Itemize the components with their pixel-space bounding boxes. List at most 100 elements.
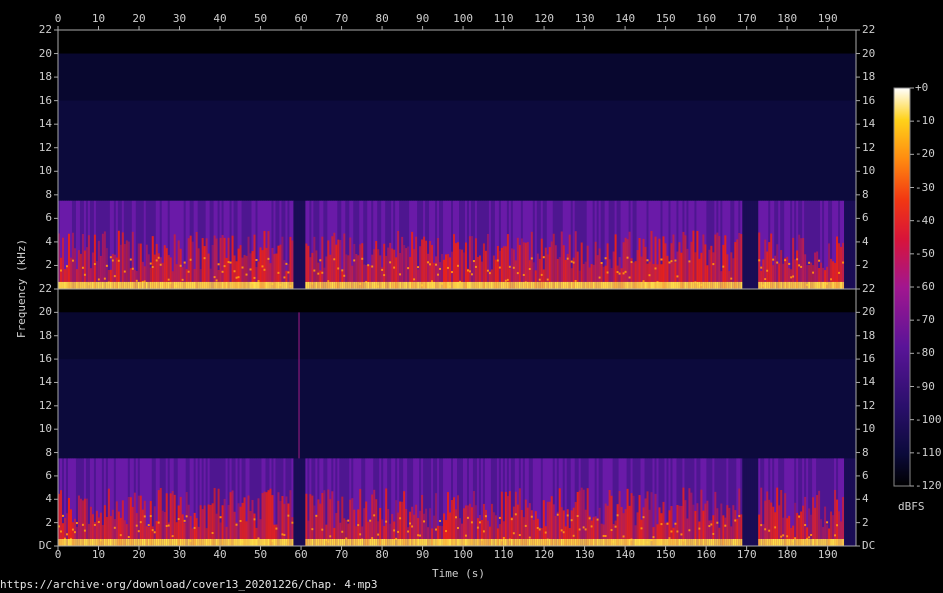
- x-tick-label: 120: [534, 548, 555, 561]
- x-tick-label-top: 160: [696, 12, 717, 25]
- y-tick-label: 22: [38, 282, 52, 295]
- x-tick-label-top: 20: [132, 12, 146, 25]
- colorbar-tick-label: -50: [915, 246, 935, 260]
- x-tick-label-top: 110: [493, 12, 514, 25]
- y-tick-label: 18: [38, 70, 52, 84]
- y-tick-label: 14: [862, 375, 876, 389]
- x-axis-label: Time (s): [432, 567, 485, 580]
- colorbar-tick-label: -90: [915, 379, 935, 393]
- x-tick-label: 100: [453, 548, 474, 561]
- x-tick-label: 0: [54, 548, 62, 561]
- x-tick-label: 70: [334, 548, 349, 561]
- x-tick-label-top: 90: [415, 12, 430, 25]
- y-tick-label: 4: [45, 492, 52, 506]
- y-tick-label: 14: [38, 375, 52, 389]
- x-tick-label-top: 140: [615, 12, 636, 25]
- colorbar-tick-label: -10: [915, 114, 935, 128]
- colorbar-tick-label: -40: [915, 213, 935, 227]
- x-tick-label-top: 170: [736, 12, 757, 25]
- spectrogram-plot: [54, 26, 914, 550]
- spectrogram-channel-2: [58, 289, 857, 546]
- x-tick-label: 190: [817, 548, 838, 561]
- y-tick-label: 2: [45, 258, 52, 272]
- x-tick-label: 110: [493, 548, 514, 561]
- x-tick-label: 90: [415, 548, 430, 561]
- x-tick-label: 30: [172, 548, 187, 561]
- x-tick-label: 130: [574, 548, 595, 561]
- x-tick-label-top: 190: [817, 12, 838, 25]
- x-tick-label: 50: [253, 548, 268, 561]
- colorbar-tick-label: -110: [915, 445, 942, 459]
- channel-2-high-band: [58, 312, 856, 360]
- y-tick-label: 2: [45, 515, 52, 529]
- x-tick-label: 150: [655, 548, 676, 561]
- colorbar-unit-label: dBFS: [898, 500, 925, 513]
- y-tick-label: 10: [862, 164, 876, 178]
- x-tick-label-top: 50: [253, 12, 268, 25]
- y-tick-label: 12: [38, 140, 52, 154]
- y-tick-label: 20: [38, 46, 52, 60]
- y-tick-label: 4: [45, 234, 52, 248]
- y-tick-label: 16: [862, 93, 876, 107]
- y-tick-label: 12: [862, 140, 876, 154]
- channel-1-band-limit: [58, 30, 856, 54]
- y-tick-label: 6: [45, 211, 52, 225]
- y-tick-label: 4: [862, 492, 869, 506]
- y-tick-label: 8: [862, 445, 869, 459]
- channel-1-high-band: [58, 53, 856, 101]
- x-tick-label-top: 60: [294, 12, 308, 25]
- colorbar-tick-label: +0: [915, 81, 929, 94]
- x-tick-label-top: 80: [375, 12, 389, 25]
- channel-2-band-limit: [58, 289, 856, 313]
- y-tick-label: 12: [862, 398, 876, 412]
- colorbar: [893, 87, 911, 487]
- y-tick-label: 2: [862, 258, 869, 272]
- x-tick-label-top: 180: [777, 12, 798, 25]
- y-tick-label: 20: [38, 305, 52, 319]
- y-tick-label: 10: [38, 422, 52, 436]
- x-tick-label: 170: [736, 548, 757, 561]
- y-tick-label: 14: [38, 117, 52, 131]
- y-axis-label: Frequency (kHz): [15, 238, 29, 339]
- y-tick-label: 22: [862, 282, 876, 295]
- y-tick-label: 4: [862, 234, 869, 248]
- y-tick-label: 12: [38, 398, 52, 412]
- colorbar-tick-label: -80: [915, 346, 935, 360]
- x-tick-label: 60: [294, 548, 308, 561]
- x-tick-label-top: 100: [453, 12, 474, 25]
- y-tick-label: DC: [38, 539, 52, 552]
- y-tick-label: 10: [38, 164, 52, 178]
- y-tick-label: 18: [862, 70, 876, 84]
- x-tick-label-top: 30: [172, 12, 187, 25]
- source-url: https://archive·org/download/cover13_202…: [0, 578, 378, 591]
- x-tick-label: 140: [615, 548, 636, 561]
- y-tick-label: 22: [862, 23, 876, 36]
- y-tick-label: 16: [38, 352, 52, 366]
- y-tick-label: 6: [862, 468, 869, 482]
- x-tick-label: 180: [777, 548, 798, 561]
- spectrogram-channel-1: [58, 30, 857, 289]
- x-tick-label: 40: [213, 548, 227, 561]
- y-tick-label: 8: [45, 187, 52, 201]
- colorbar-tick-label: -100: [915, 412, 942, 426]
- colorbar-tick-label: -30: [915, 180, 935, 194]
- y-tick-label: 6: [862, 211, 869, 225]
- y-tick-label: 18: [862, 328, 876, 342]
- colorbar-tick-label: -70: [915, 313, 935, 327]
- x-tick-label-top: 70: [334, 12, 349, 25]
- colorbar-tick-label: -20: [915, 147, 935, 161]
- y-tick-label: 18: [38, 328, 52, 342]
- y-tick-label: 16: [862, 352, 876, 366]
- x-tick-label-top: 0: [54, 12, 62, 25]
- x-tick-label-top: 40: [213, 12, 227, 25]
- y-tick-label: 22: [38, 23, 52, 36]
- y-tick-label: DC: [862, 539, 876, 552]
- colorbar-tick-label: -60: [915, 280, 935, 293]
- y-tick-label: 2: [862, 515, 869, 529]
- y-tick-label: 10: [862, 422, 876, 436]
- y-tick-label: 14: [862, 117, 876, 131]
- y-tick-label: 16: [38, 93, 52, 107]
- x-tick-label-top: 130: [574, 12, 595, 25]
- colorbar-tick-label: -120: [915, 479, 942, 492]
- x-tick-label: 80: [375, 548, 389, 561]
